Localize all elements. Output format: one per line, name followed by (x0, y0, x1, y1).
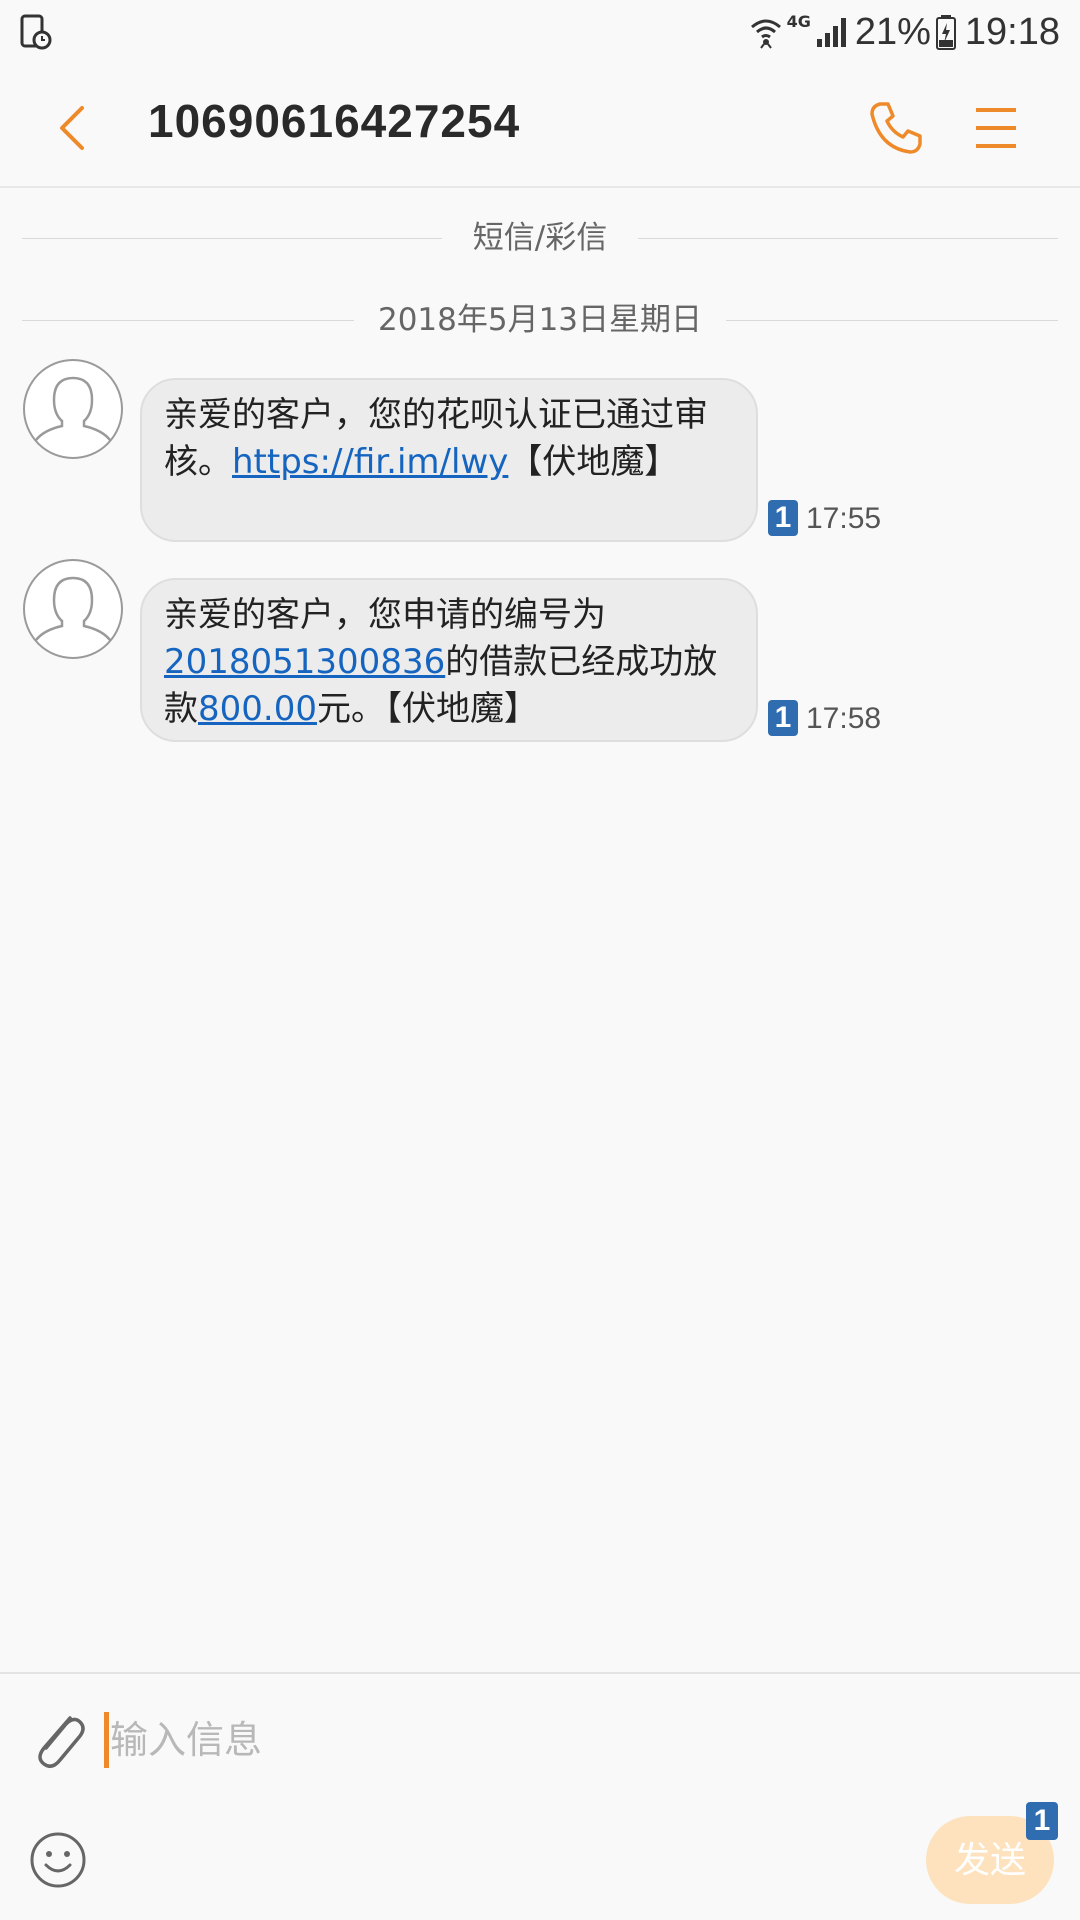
message-time: 17:58 (806, 702, 882, 735)
message-bubble[interactable]: 亲爱的客户，您申请的编号为2018051300836的借款已经成功放款800.0… (140, 578, 758, 742)
paperclip-icon[interactable] (26, 1704, 88, 1774)
message-text: 【伏地魔】 (508, 442, 679, 482)
status-time: 19:18 (964, 10, 1060, 53)
message-item: 亲爱的客户，您申请的编号为2018051300836的借款已经成功放款800.0… (0, 558, 1080, 748)
phone-icon[interactable] (866, 98, 926, 158)
date-divider: 2018年5月13日星期日 (22, 300, 1058, 340)
avatar-icon[interactable] (22, 558, 124, 660)
send-sim-badge: 1 (1026, 1802, 1058, 1840)
message-link[interactable]: 800.00 (198, 689, 317, 729)
contact-number: 10690616427254 (148, 95, 521, 147)
section-label: 短信/彩信 (448, 220, 632, 256)
message-text: 元。【伏地魔】 (316, 689, 538, 729)
wifi-icon (750, 19, 781, 49)
back-arrow-icon[interactable] (46, 100, 102, 156)
network-type: 4G (786, 11, 811, 31)
status-bar: 4G 21% 19:18 (0, 0, 1080, 64)
message-link[interactable]: 2018051300836 (164, 642, 445, 682)
emoji-icon[interactable] (28, 1830, 88, 1890)
date-label: 2018年5月13日星期日 (353, 302, 727, 338)
text-cursor (104, 1712, 109, 1768)
message-time: 17:55 (806, 502, 882, 535)
battery-percent: 21% (854, 10, 931, 53)
section-divider: 短信/彩信 (22, 218, 1058, 258)
conversation-header: 10690616427254 (0, 64, 1080, 188)
sim-badge: 1 (768, 500, 798, 536)
signal-icon (816, 18, 846, 47)
status-icons: 4G 21% 19:18 (749, 6, 1060, 58)
message-input[interactable] (104, 1704, 810, 1776)
message-bubble[interactable]: 亲爱的客户，您的花呗认证已通过审核。https://fir.im/lwy【伏地魔… (140, 378, 758, 542)
message-item: 亲爱的客户，您的花呗认证已通过审核。https://fir.im/lwy【伏地魔… (0, 358, 1080, 548)
battery-charging-icon (935, 15, 956, 50)
menu-icon[interactable] (968, 100, 1024, 156)
message-text: 亲爱的客户，您申请的编号为 (164, 595, 606, 635)
sim-badge: 1 (768, 700, 798, 736)
message-link[interactable]: https://fir.im/lwy (232, 442, 508, 482)
avatar-icon[interactable] (22, 358, 124, 460)
messaging-screen: 4G 21% 19:18 10690616427254 短信/彩信 2018年5… (0, 0, 1080, 1920)
screen-record-icon (20, 14, 52, 50)
message-composer: 发送 1 (0, 1672, 1080, 1920)
